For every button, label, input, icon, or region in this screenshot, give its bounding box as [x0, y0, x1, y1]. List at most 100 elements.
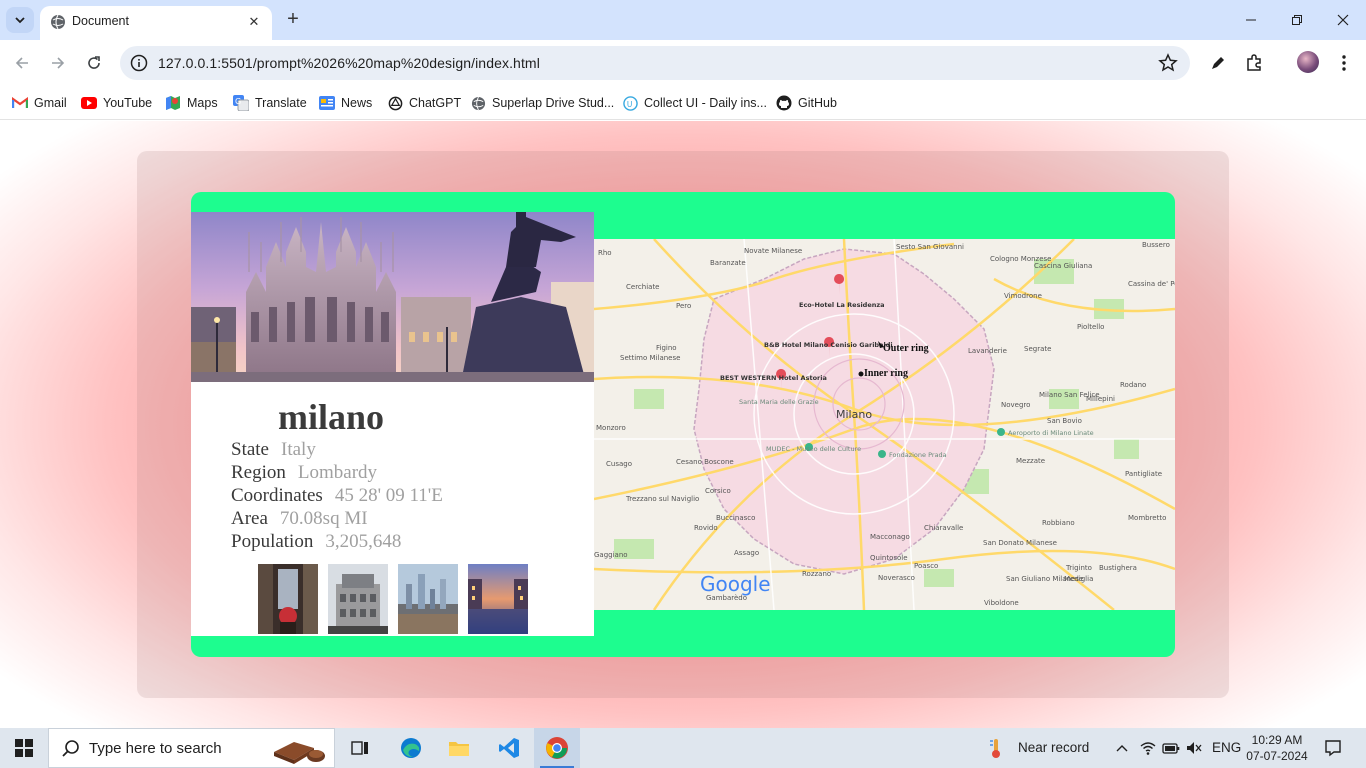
city-info-panel: milano State Italy Region Lombardy Coordin… — [191, 212, 594, 636]
map-town-label: Cascina Giuliana — [1034, 262, 1092, 270]
info-row-state: State Italy — [231, 439, 316, 461]
milano-map[interactable]: Rho Novate Milanese Sesto San Giovanni C… — [594, 239, 1175, 610]
edge-taskbar-button[interactable] — [388, 728, 434, 768]
start-button[interactable] — [0, 728, 48, 768]
globe-icon — [51, 14, 65, 30]
folder-icon — [449, 742, 469, 756]
menu-kebab-icon[interactable] — [1333, 52, 1355, 74]
tab-search-button[interactable] — [6, 7, 34, 33]
bookmark-label: Maps — [187, 96, 218, 110]
url-text[interactable]: 127.0.0.1:5501/prompt%2026%20map%20desig… — [158, 55, 540, 71]
map-town-label: San Donato Milanese — [983, 539, 1057, 547]
map-town-label: Bustighera — [1099, 564, 1137, 572]
info-value: 3,205,648 — [325, 531, 402, 552]
info-row-region: Region Lombardy — [231, 462, 377, 484]
browser-tab-document[interactable]: Document ✕ — [40, 6, 272, 40]
map-town-label: Pioltello — [1077, 323, 1104, 331]
chevron-down-icon — [15, 17, 25, 24]
minimize-icon — [1246, 19, 1256, 21]
reload-button[interactable] — [81, 50, 107, 76]
minimize-button[interactable] — [1228, 0, 1274, 40]
language-indicator[interactable]: ENG — [1212, 740, 1241, 755]
map-town-label: Mezzate — [1016, 457, 1045, 465]
bookmark-translate[interactable]: G Translate — [233, 93, 307, 113]
gallery-thumbnail[interactable] — [328, 564, 388, 634]
map-town-label: Macconago — [870, 533, 910, 541]
profile-avatar[interactable] — [1297, 51, 1319, 73]
bookmark-star-icon[interactable] — [1158, 53, 1178, 73]
taskbar-search[interactable]: Type here to search — [48, 728, 335, 768]
pen-extension-icon[interactable] — [1207, 52, 1229, 74]
close-window-button[interactable] — [1320, 0, 1366, 40]
bookmark-superlap[interactable]: Superlap Drive Stud... — [470, 93, 614, 113]
chrome-icon — [546, 737, 568, 759]
bookmark-collectui[interactable]: U Collect UI - Daily ins... — [622, 93, 767, 113]
poi-label: Eco-Hotel La Residenza — [799, 301, 885, 309]
chocolate-search-highlight-icon — [274, 742, 325, 764]
poi-label: Aeroporto di Milano Linate — [1008, 429, 1094, 437]
info-value: Italy — [281, 439, 316, 460]
map-town-label: Poasco — [914, 562, 938, 570]
map-town-label: Gaggiano — [594, 551, 628, 559]
bookmark-chatgpt[interactable]: ChatGPT — [387, 93, 461, 113]
map-town-label: Segrate — [1024, 345, 1051, 353]
back-button[interactable] — [9, 50, 35, 76]
close-tab-icon[interactable]: ✕ — [244, 12, 264, 32]
info-label: State — [231, 439, 269, 460]
page-viewport: milano State Italy Region Lombardy Coordin… — [0, 121, 1366, 728]
map-town-label: Rodano — [1120, 381, 1146, 389]
bookmark-label: GitHub — [798, 96, 837, 110]
vscode-taskbar-button[interactable] — [486, 728, 532, 768]
site-info-icon[interactable] — [130, 54, 148, 72]
map-town-label: Robbiano — [1042, 519, 1075, 527]
map-town-label: Novegro — [1001, 401, 1030, 409]
map-town-label: Baranzate — [710, 259, 746, 267]
bookmark-maps[interactable]: Maps — [165, 93, 218, 113]
maps-icon — [165, 95, 181, 111]
gmail-icon — [12, 95, 28, 111]
vscode-icon — [499, 738, 519, 758]
thermometer-weather-icon[interactable] — [988, 737, 1004, 759]
svg-text:G: G — [235, 97, 241, 106]
poi-label: Fondazione Prada — [889, 451, 947, 459]
restore-button[interactable] — [1274, 0, 1320, 40]
chrome-taskbar-button[interactable] — [534, 728, 580, 768]
speaker-muted-icon[interactable] — [1185, 740, 1203, 756]
bookmark-label: News — [341, 96, 373, 110]
windows-logo-icon — [15, 739, 33, 757]
bookmark-news[interactable]: News — [319, 93, 372, 113]
bookmark-label: Translate — [255, 96, 307, 110]
map-town-label: Lavanderie — [968, 347, 1007, 355]
wifi-icon[interactable] — [1140, 740, 1156, 756]
map-town-label: Cusago — [606, 460, 632, 468]
bookmark-gmail[interactable]: Gmail — [12, 93, 67, 113]
youtube-icon — [81, 95, 97, 111]
chevron-up-icon[interactable] — [1115, 742, 1129, 754]
map-town-label: Cerchiate — [626, 283, 660, 291]
map-town-label: Millepini — [1086, 395, 1115, 403]
map-town-label: Quintosole — [870, 554, 908, 562]
news-icon — [319, 95, 335, 111]
forward-button[interactable] — [45, 50, 71, 76]
bookmark-youtube[interactable]: YouTube — [81, 93, 152, 113]
poi-label: BEST WESTERN Hotel Astoria — [720, 374, 827, 382]
gallery-thumbnail[interactable] — [468, 564, 528, 634]
map-town-label: Triginto — [1065, 564, 1092, 572]
new-tab-button[interactable]: + — [282, 8, 304, 32]
taskbar-clock[interactable]: 10:29 AM 07-07-2024 — [1244, 732, 1310, 764]
task-view-button[interactable] — [337, 728, 383, 768]
map-town-label: Figino — [656, 344, 677, 352]
address-bar[interactable]: 127.0.0.1:5501/prompt%2026%20map%20desig… — [120, 46, 1190, 80]
bookmark-github[interactable]: GitHub — [776, 93, 837, 113]
bookmarks-bar: Gmail YouTube Maps G Translate News Chat… — [0, 86, 1366, 120]
notifications-icon[interactable] — [1324, 739, 1342, 757]
map-town-label: Noverasco — [878, 574, 915, 582]
search-placeholder: Type here to search — [89, 740, 222, 757]
file-explorer-button[interactable] — [436, 728, 482, 768]
extensions-puzzle-icon[interactable] — [1243, 52, 1265, 74]
info-label: Population — [231, 531, 314, 552]
weather-text[interactable]: Near record — [1018, 740, 1089, 755]
battery-icon[interactable] — [1162, 740, 1180, 756]
gallery-thumbnail[interactable] — [258, 564, 318, 634]
gallery-thumbnail[interactable] — [398, 564, 458, 634]
